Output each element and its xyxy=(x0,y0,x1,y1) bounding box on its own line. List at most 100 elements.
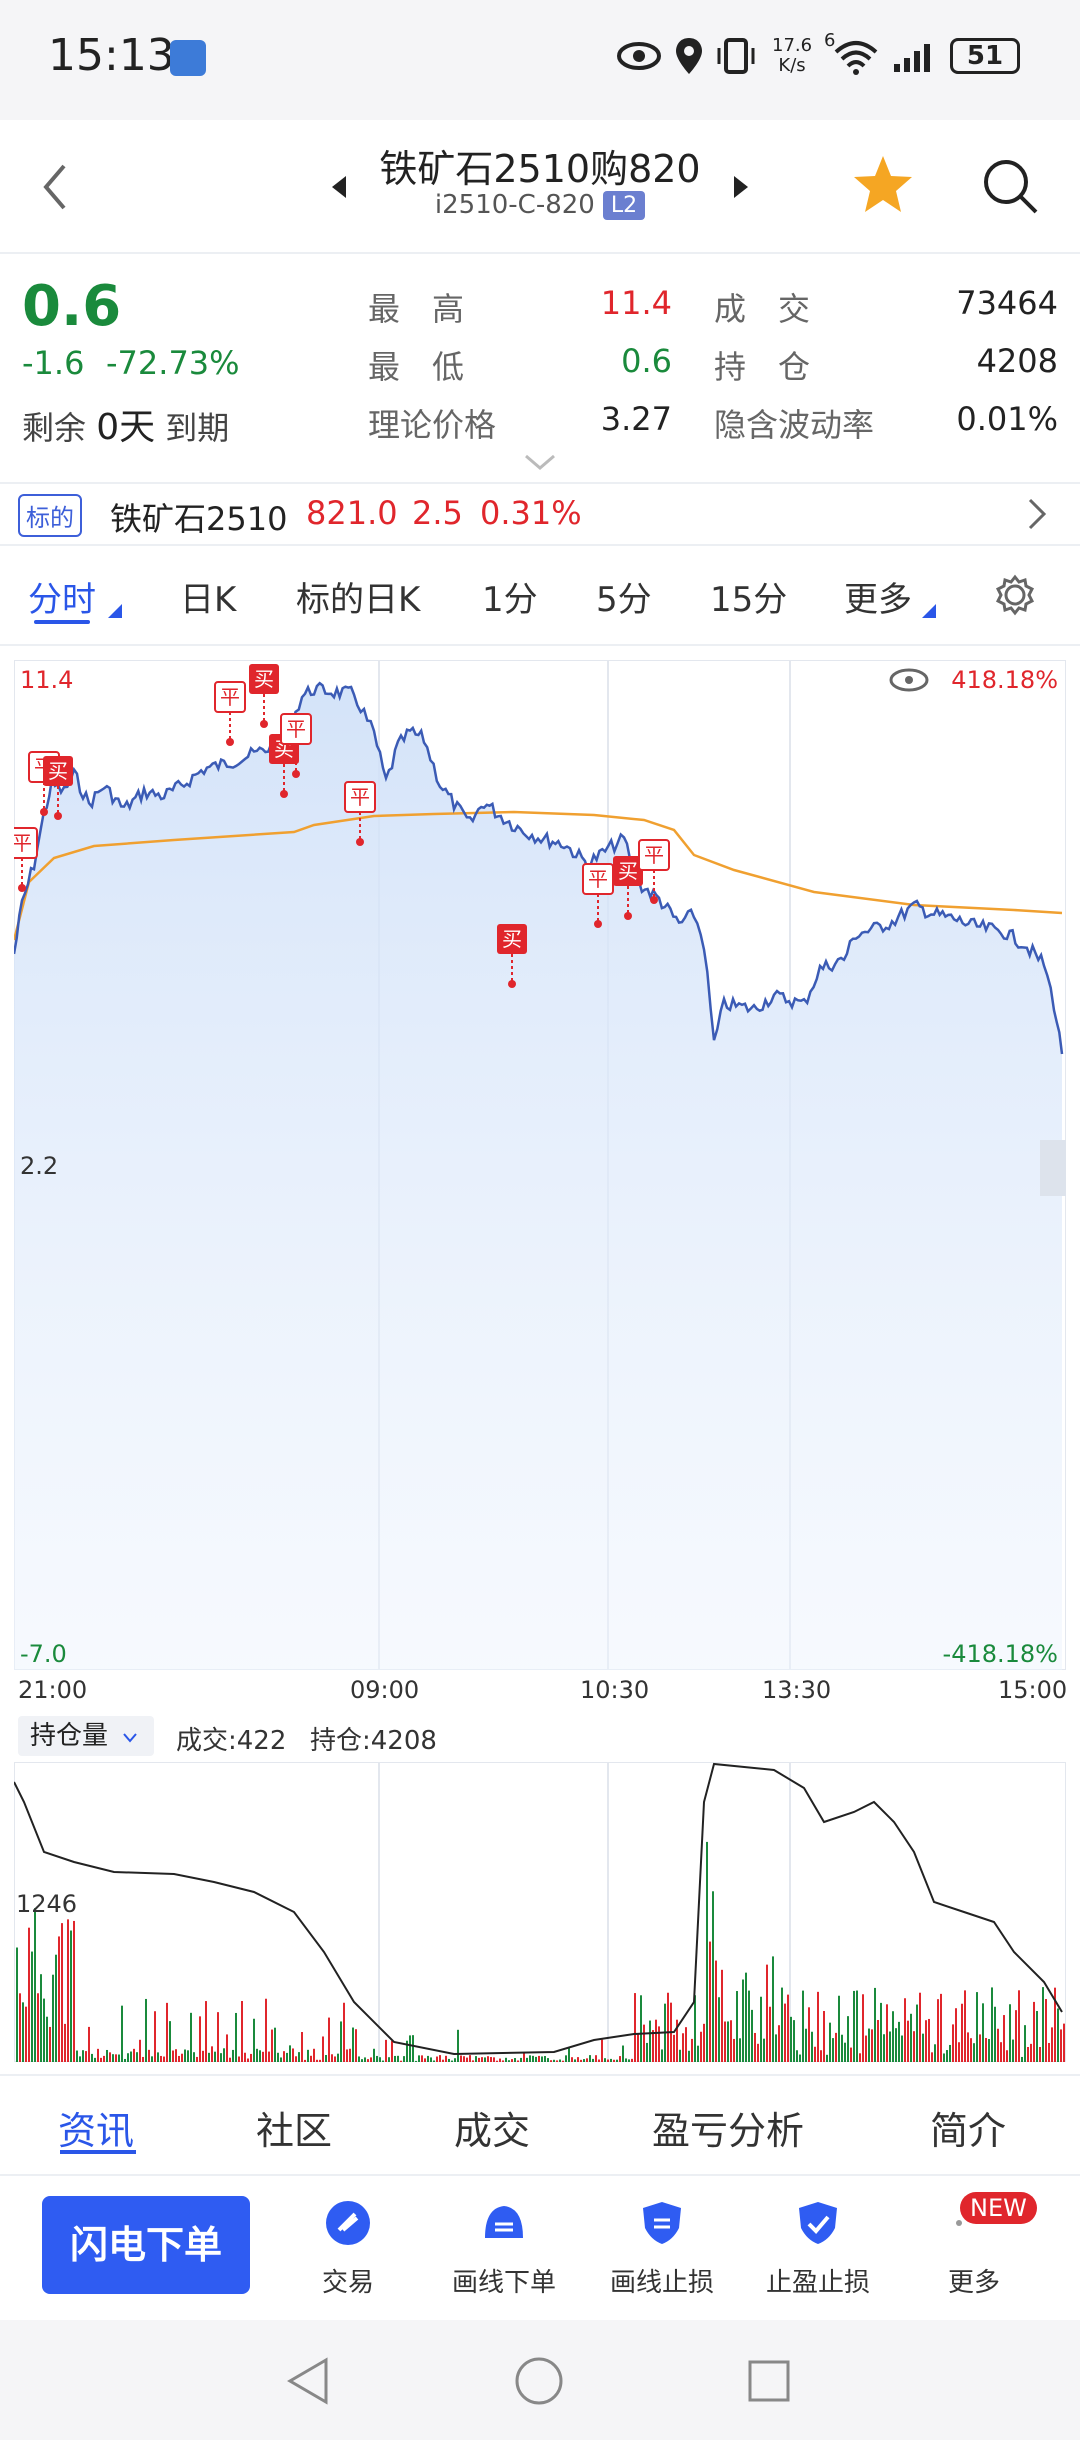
indicator-selector[interactable]: 持仓量 xyxy=(18,1716,154,1756)
nav-home-icon[interactable] xyxy=(514,2356,564,2406)
volume-bar xyxy=(157,2052,159,2062)
x-label: 13:30 xyxy=(762,1676,832,1704)
volume-bar xyxy=(853,1990,855,2062)
svg-text:平: 平 xyxy=(588,867,608,891)
volume-bar xyxy=(43,1998,45,2062)
volume-bar xyxy=(817,1991,819,2062)
volume-bar xyxy=(796,2050,798,2062)
shield-icon xyxy=(643,2202,681,2244)
eye-icon xyxy=(617,42,661,70)
volume-bar xyxy=(559,2059,561,2062)
tab-pnl-analysis[interactable]: 盈亏分析 xyxy=(652,2100,804,2155)
draw-stop-loss-button[interactable]: 画线止损 xyxy=(592,2200,732,2299)
pct-axis-top: 418.18% xyxy=(951,666,1058,694)
volume-bar xyxy=(271,2029,273,2062)
expand-chevron-icon[interactable] xyxy=(522,452,558,472)
volume-bar xyxy=(874,1987,876,2062)
side-collapse-handle[interactable] xyxy=(1040,1140,1066,1196)
volume-bar xyxy=(967,2032,969,2062)
volume-bar xyxy=(280,2057,282,2062)
volume-bar xyxy=(163,2056,165,2062)
volume-bar xyxy=(109,2052,111,2062)
tab-intro[interactable]: 简介 xyxy=(930,2100,1006,2155)
volume-bar xyxy=(976,1992,978,2062)
volume-bar xyxy=(301,2032,303,2062)
divider xyxy=(0,644,1080,646)
settings-gear-icon[interactable] xyxy=(994,574,1036,616)
volume-bar xyxy=(277,2052,279,2062)
volume-bar xyxy=(298,2052,300,2062)
volume-bar xyxy=(253,2018,255,2062)
volume-bar xyxy=(487,2056,489,2062)
x-label: 21:00 xyxy=(18,1676,88,1704)
flash-order-button[interactable]: 闪电下单 xyxy=(42,2196,250,2294)
volume-bar xyxy=(181,2053,183,2062)
volume-bar xyxy=(370,2057,372,2062)
tab-15min[interactable]: 15分 xyxy=(710,572,787,621)
tab-5min[interactable]: 5分 xyxy=(596,572,652,621)
volume-bar xyxy=(493,2057,495,2062)
tab-community[interactable]: 社区 xyxy=(256,2100,332,2155)
volume-readout: 成交:422 xyxy=(176,1726,287,1756)
volume-bar xyxy=(895,2028,897,2062)
svg-text:平: 平 xyxy=(350,785,370,809)
volume-bar xyxy=(547,2058,549,2062)
volume-bar xyxy=(100,2057,102,2062)
volume-bar xyxy=(172,2050,174,2062)
volume-bar xyxy=(427,2055,429,2062)
next-contract-icon[interactable] xyxy=(732,174,750,200)
volume-bar xyxy=(451,2060,453,2062)
volume-bar xyxy=(1024,2025,1026,2062)
volume-bar xyxy=(703,2023,705,2062)
volume-bar xyxy=(625,2058,627,2062)
volume-bar xyxy=(439,2055,441,2062)
divider xyxy=(0,544,1080,546)
underlying-row[interactable]: 标的 铁矿石2510 821.0 2.5 0.31% xyxy=(0,484,1080,544)
tab-trades[interactable]: 成交 xyxy=(454,2100,530,2155)
tab-news[interactable]: 资讯 xyxy=(58,2100,134,2155)
volume-bar xyxy=(763,2038,765,2062)
svg-text:平: 平 xyxy=(644,843,664,867)
draw-order-button[interactable]: 画线下单 xyxy=(434,2200,574,2299)
volume-bar xyxy=(136,2052,138,2062)
volume-bar xyxy=(724,2021,726,2062)
volume-bar xyxy=(55,1954,57,2062)
tab-underlying-daily-k[interactable]: 标的日K xyxy=(296,572,420,621)
volume-bar xyxy=(955,2008,957,2062)
trade-button[interactable]: 交易 xyxy=(278,2200,418,2299)
oi-value: 4208 xyxy=(976,342,1058,380)
volume-bar xyxy=(334,2056,336,2062)
tab-1min[interactable]: 1分 xyxy=(482,572,538,621)
volume-bar xyxy=(151,2056,153,2062)
tab-daily-k[interactable]: 日K xyxy=(180,572,236,621)
net-speed: 17.6 K/s xyxy=(772,35,813,76)
volume-bar xyxy=(991,1987,993,2062)
nav-back-icon[interactable] xyxy=(286,2356,330,2406)
volume-bar xyxy=(535,2056,537,2062)
tp-sl-button[interactable]: 止盈止损 xyxy=(748,2200,888,2299)
volume-bar xyxy=(205,2001,207,2062)
chevron-right-icon xyxy=(1028,498,1047,530)
volume-bar xyxy=(1048,2042,1050,2062)
volume-bar xyxy=(553,2059,555,2062)
volume-chart[interactable]: 1246 xyxy=(14,1762,1066,2062)
volume-bar xyxy=(1051,2027,1053,2062)
volume-bar xyxy=(637,2033,639,2062)
volume-bar xyxy=(661,2049,663,2062)
tab-intraday[interactable]: 分时 xyxy=(28,572,96,621)
volume-bar xyxy=(883,2034,885,2062)
volume-bar xyxy=(373,2048,375,2062)
volume-bar xyxy=(571,2057,573,2062)
favorite-star-icon[interactable] xyxy=(852,154,914,214)
nav-recents-icon[interactable] xyxy=(746,2358,792,2404)
intraday-chart[interactable]: 平平买平买买平平买平买平 11.4 2.2 -7.0 418.18% -418.… xyxy=(14,660,1066,1670)
volume-bar xyxy=(802,1990,804,2062)
search-icon[interactable] xyxy=(980,156,1040,216)
tab-underline xyxy=(34,620,90,624)
volume-frame xyxy=(14,1762,1066,2062)
volume-bar xyxy=(718,1997,720,2062)
volume-bar xyxy=(577,2057,579,2062)
volume-bar xyxy=(1000,2042,1002,2062)
volume-bar xyxy=(517,2060,519,2062)
tab-more[interactable]: 更多 xyxy=(844,572,912,621)
